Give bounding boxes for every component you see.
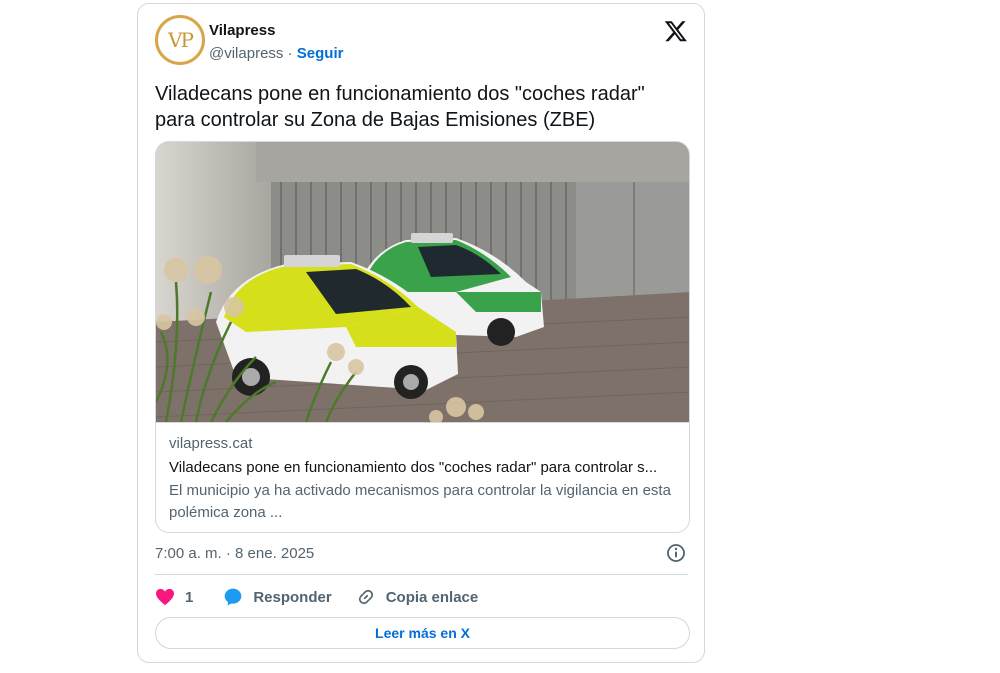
divider	[155, 574, 688, 575]
reply-label: Responder	[253, 588, 332, 606]
link-icon	[358, 589, 373, 605]
copy-link-button[interactable]: Copia enlace	[356, 587, 479, 607]
link-preview-card[interactable]: vilapress.cat Viladecans pone en funcion…	[155, 141, 690, 533]
info-icon[interactable]	[666, 543, 686, 563]
handle-separator: ·	[283, 45, 297, 62]
link-description: El municipio ya ha activado mecanismos p…	[169, 482, 671, 521]
link-preview-meta: vilapress.cat Viladecans pone en funcion…	[169, 434, 677, 524]
author-handle[interactable]: @vilapress	[209, 45, 283, 62]
heart-icon	[156, 588, 174, 606]
like-count: 1	[185, 588, 194, 606]
author-handle-line: @vilapress · Seguir	[209, 45, 343, 62]
reply-button[interactable]: Responder	[223, 587, 355, 607]
avatar[interactable]: VP	[155, 15, 205, 65]
tweet-timestamp[interactable]: 7:00 a. m. · 8 ene. 2025	[155, 545, 314, 562]
like-button[interactable]: 1	[155, 588, 223, 606]
link-domain: vilapress.cat	[169, 435, 253, 452]
copy-link-label: Copia enlace	[385, 588, 479, 606]
tweet-actions: 1 Responder Copia enlace	[155, 584, 478, 610]
author-name[interactable]: Vilapress	[209, 22, 275, 39]
read-more-button[interactable]: Leer más en X	[155, 617, 690, 649]
tweet-text: Viladecans pone en funcionamiento dos "c…	[155, 83, 645, 131]
embedded-tweet-card: VP Vilapress @vilapress · Seguir Viladec…	[137, 3, 705, 663]
link-title: Viladecans pone en funcionamiento dos "c…	[169, 459, 658, 476]
reply-bubble-icon	[225, 588, 242, 606]
tweet-header: VP Vilapress @vilapress · Seguir	[155, 15, 688, 67]
x-logo-icon[interactable]	[664, 19, 688, 43]
link-preview-image[interactable]	[156, 142, 690, 423]
follow-button[interactable]: Seguir	[297, 45, 344, 62]
